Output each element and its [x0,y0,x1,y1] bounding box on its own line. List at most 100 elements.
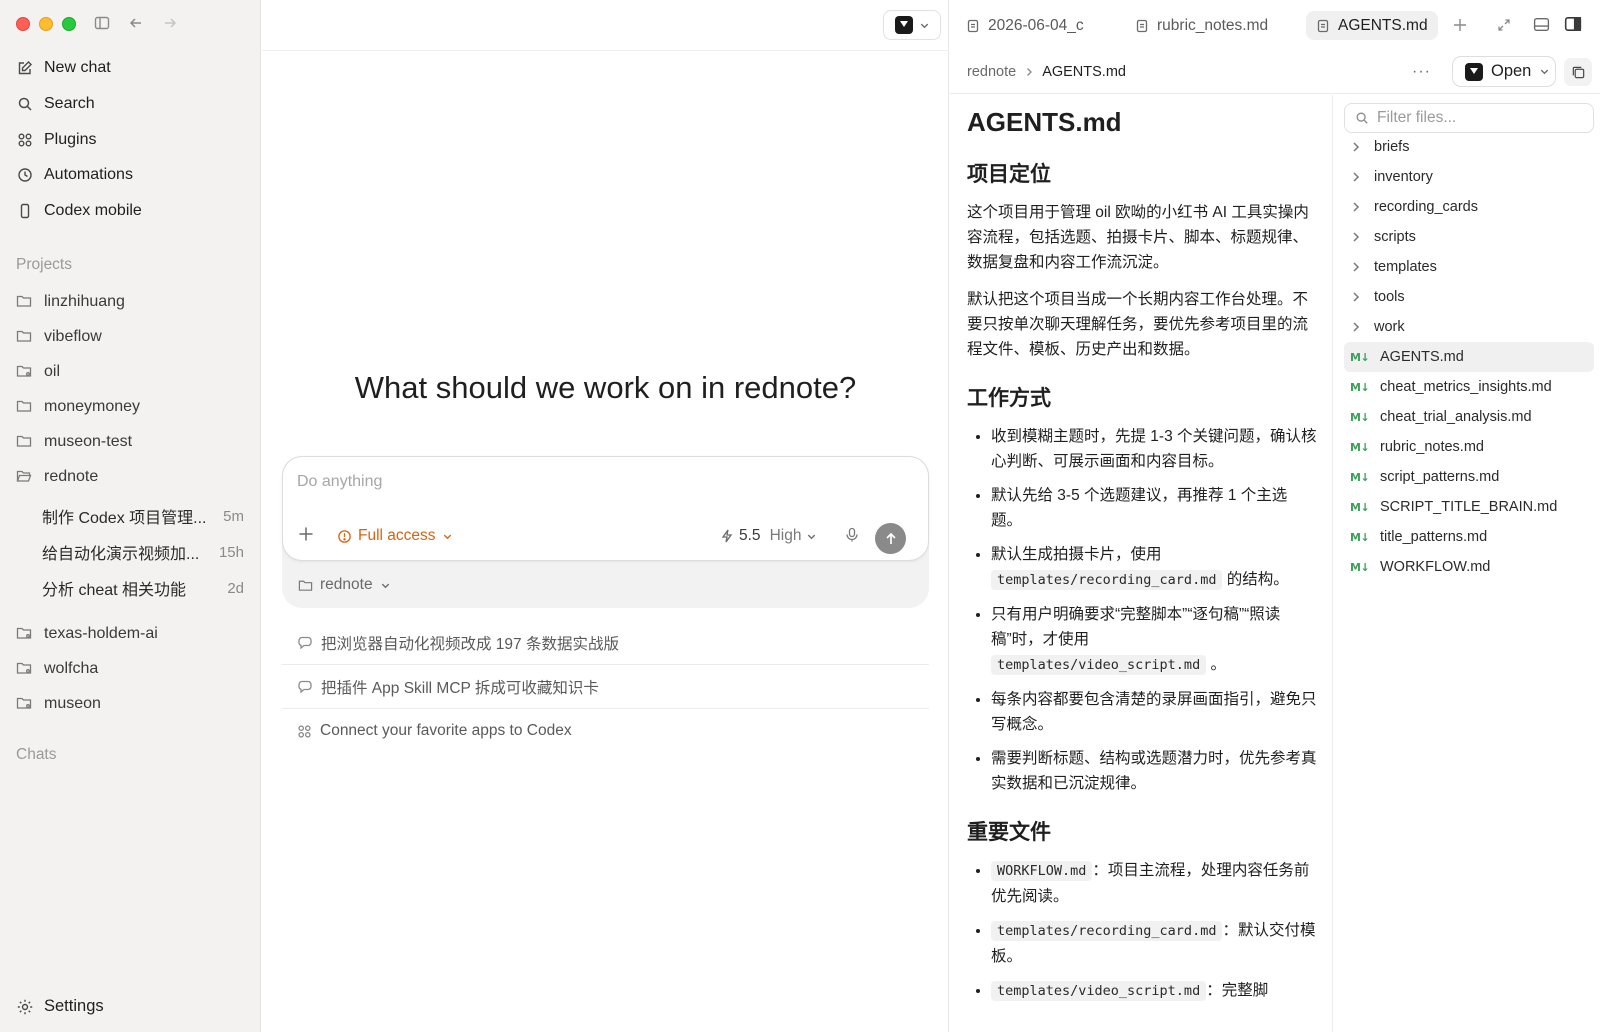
nav-search[interactable]: Search [16,91,95,117]
chevron-down-icon [1541,69,1549,75]
main-area: What should we work on in rednote? Do an… [262,0,949,1032]
git-folder-icon [16,363,34,381]
workspace-selector[interactable]: rednote [298,576,391,594]
document-icon [1316,19,1330,33]
project-vibeflow[interactable]: vibeflow [16,325,102,349]
inline-code: templates/recording_card.md [991,921,1223,941]
folder-item[interactable]: scripts [1344,222,1594,252]
prompt-input[interactable]: Do anything [297,473,382,491]
nav-automations[interactable]: Automations [16,162,133,188]
file-item[interactable]: M↓ rubric_notes.md [1344,432,1594,462]
zoom-window-button[interactable] [62,17,76,31]
tab-2026-06-04[interactable]: 2026-06-04_c [956,11,1094,40]
chat-item[interactable]: 制作 Codex 项目管理... 5m [42,504,244,528]
doc-heading: 工作方式 [967,387,1051,410]
nav-codex-mobile[interactable]: Codex mobile [16,198,142,224]
copy-icon[interactable] [1564,58,1592,86]
folder-item[interactable]: templates [1344,252,1594,282]
doc-list-item: 默认生成拍摄卡片，使用templates/recording_card.md 的… [991,542,1317,593]
folder-item[interactable]: work [1344,312,1594,342]
breadcrumb-item[interactable]: rednote [967,64,1016,80]
chat-item[interactable]: 给自动化演示视频加... 15h [42,540,244,564]
back-arrow-icon[interactable] [128,15,144,31]
markdown-icon: M↓ [1350,440,1370,454]
app-switcher-button[interactable] [883,10,941,40]
file-panel: 2026-06-04_c rubric_notes.md AGENTS.md r… [950,0,1600,1032]
file-item[interactable]: M↓ title_patterns.md [1344,522,1594,552]
markdown-icon: M↓ [1350,470,1370,484]
doc-title: AGENTS.md [967,107,1122,137]
nav-plugins[interactable]: Plugins [16,127,96,153]
git-folder-icon [16,625,34,643]
expand-icon[interactable] [1497,18,1511,32]
project-wolfcha[interactable]: wolfcha [16,657,98,681]
chat-bubbles-icon [297,635,313,651]
folder-icon [16,433,34,451]
suggestion-item[interactable]: 把浏览器自动化视频改成 197 条数据实战版 [282,621,929,665]
project-linzhihuang[interactable]: linzhihuang [16,290,125,314]
chat-item[interactable]: 分析 cheat 相关功能 2d [42,576,244,600]
project-museon-test[interactable]: museon-test [16,430,132,454]
folder-item[interactable]: recording_cards [1344,192,1594,222]
folder-item[interactable]: inventory [1344,162,1594,192]
open-folder-icon [16,468,34,486]
doc-list-item: WORKFLOW.md：项目主流程，处理内容任务前优先阅读。 [991,858,1317,909]
folder-icon [298,580,313,591]
forward-arrow-icon[interactable] [162,15,178,31]
doc-list-item: 每条内容都要包含清楚的录屏画面指引，避免只写概念。 [991,687,1317,737]
nav-new-chat[interactable]: New chat [16,55,111,81]
close-window-button[interactable] [16,17,30,31]
markdown-icon: M↓ [1350,500,1370,514]
sidebar-toggle-icon[interactable] [94,15,110,31]
file-item[interactable]: M↓ WORKFLOW.md [1344,552,1594,582]
send-button[interactable] [875,523,906,554]
open-in-app-button[interactable]: Open [1452,56,1556,87]
project-oil[interactable]: oil [16,360,60,384]
file-item[interactable]: M↓ cheat_trial_analysis.md [1344,402,1594,432]
page-title: What should we work on in rednote? [354,370,857,405]
settings-button[interactable]: Settings [16,997,104,1016]
filter-files-input[interactable]: Filter files... [1344,103,1594,133]
clock-icon [16,166,34,184]
chevron-right-icon [1350,141,1364,153]
project-rednote[interactable]: rednote [16,465,98,489]
file-item[interactable]: M↓ script_patterns.md [1344,462,1594,492]
project-museon[interactable]: museon [16,692,101,716]
suggestion-item[interactable]: Connect your favorite apps to Codex [282,709,929,753]
doc-list-item: templates/video_script.md：完整脚 [991,978,1317,1004]
markdown-icon: M↓ [1350,350,1370,364]
chevron-down-icon [381,583,389,588]
markdown-preview: AGENTS.md 项目定位 这个项目用于管理 oil 欧呦的小红书 AI 工具… [950,95,1333,1032]
right-sidebar-icon[interactable] [1564,15,1582,33]
project-moneymoney[interactable]: moneymoney [16,395,140,419]
tab-agents-md[interactable]: AGENTS.md [1306,11,1438,40]
grid-icon [297,724,312,739]
model-selector[interactable]: 5.5 High [720,527,817,545]
chat-bubbles-icon [297,679,313,695]
doc-list-item: templates/recording_card.md：默认交付模板。 [991,918,1317,969]
inline-code: templates/video_script.md [991,655,1207,675]
project-texas-holdem-ai[interactable]: texas-holdem-ai [16,622,158,646]
composer[interactable]: Do anything Full access 5.5 High [282,456,929,561]
file-header: rednote AGENTS.md ··· Open [950,50,1600,94]
file-item[interactable]: M↓ SCRIPT_TITLE_BRAIN.md [1344,492,1594,522]
folder-item[interactable]: briefs [1344,132,1594,162]
file-item-selected[interactable]: M↓ AGENTS.md [1344,342,1594,372]
microphone-icon[interactable] [844,527,860,543]
minimize-window-button[interactable] [39,17,53,31]
tab-rubric-notes[interactable]: rubric_notes.md [1125,11,1278,40]
chevron-right-icon [1350,261,1364,273]
bottom-panel-icon[interactable] [1533,16,1550,33]
access-level-dropdown[interactable]: Full access [337,527,453,545]
file-item[interactable]: M↓ cheat_metrics_insights.md [1344,372,1594,402]
add-attachment-icon[interactable] [297,525,315,543]
inline-code: templates/video_script.md [991,981,1207,1001]
doc-paragraph: 这个项目用于管理 oil 欧呦的小红书 AI 工具实操内容流程，包括选题、拍摄卡… [967,204,1309,271]
composer-container: Do anything Full access 5.5 High rednote [282,456,929,608]
lightning-icon [721,529,733,543]
folder-item[interactable]: tools [1344,282,1594,312]
new-tab-icon[interactable] [1452,17,1468,33]
markdown-icon: M↓ [1350,560,1370,574]
suggestion-item[interactable]: 把插件 App Skill MCP 拆成可收藏知识卡 [282,665,929,709]
more-options-icon[interactable]: ··· [1412,63,1431,81]
